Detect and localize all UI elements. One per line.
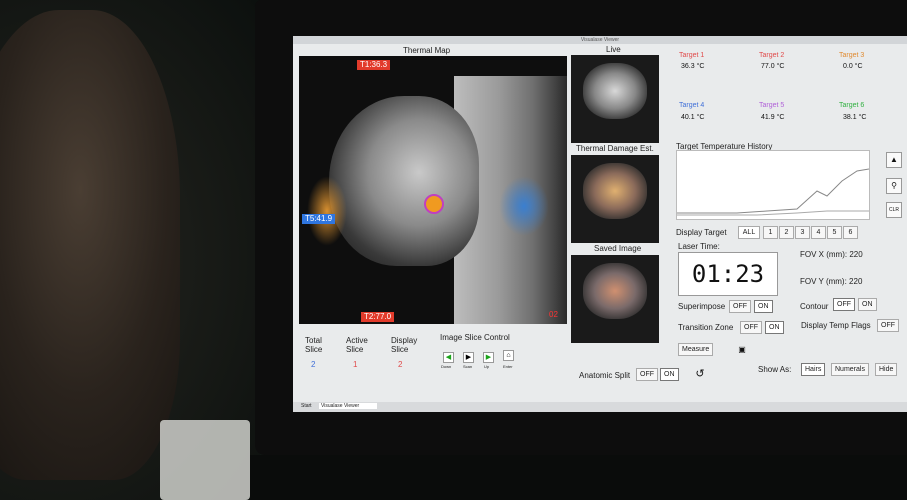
measure-button[interactable]: Measure bbox=[678, 343, 714, 356]
mri-thumb bbox=[583, 163, 647, 219]
anatomic-on[interactable]: ON bbox=[660, 368, 679, 381]
target-5-name: Target 5 bbox=[759, 102, 785, 109]
superimpose-on[interactable]: ON bbox=[754, 300, 773, 313]
saved-label: Saved Image bbox=[594, 244, 642, 253]
temp-flags-off[interactable]: OFF bbox=[877, 319, 899, 332]
show-as-hide[interactable]: Hide bbox=[875, 363, 898, 376]
total-slice-value: 2 bbox=[311, 360, 316, 369]
fov-x: FOV X (mm): 220 bbox=[800, 250, 863, 259]
damage-thumbnail[interactable] bbox=[571, 155, 659, 243]
window-titlebar: Visualase Viewer bbox=[293, 36, 907, 44]
scan-label: Scan bbox=[463, 364, 473, 369]
show-as-label: Show As: bbox=[758, 365, 792, 374]
zoom-icon[interactable]: ⚲ bbox=[886, 178, 902, 194]
display-target-all[interactable]: ALL bbox=[738, 226, 760, 239]
thermal-map-image[interactable]: T1:36.3 T5:41.9 T2:77.0 02 bbox=[299, 56, 567, 324]
display-target-4[interactable]: 4 bbox=[811, 226, 826, 239]
desk-object bbox=[160, 420, 250, 500]
display-slice-value: 2 bbox=[398, 360, 403, 369]
marker-t1[interactable]: T1:36.3 bbox=[357, 60, 391, 70]
ablation-spot bbox=[424, 194, 444, 214]
display-target-label: Display Target bbox=[676, 228, 727, 237]
display-slice-label: Display Slice bbox=[391, 336, 418, 354]
superimpose-label: Superimpose bbox=[678, 302, 726, 311]
contour-label: Contour bbox=[800, 302, 829, 311]
heat-speckle bbox=[307, 176, 347, 246]
target-2-name: Target 2 bbox=[759, 52, 785, 59]
display-target-3[interactable]: 3 bbox=[795, 226, 810, 239]
total-slice-label: Total Slice bbox=[305, 336, 323, 354]
display-target-6[interactable]: 6 bbox=[843, 226, 858, 239]
start-button[interactable]: Start bbox=[301, 403, 312, 409]
saved-thumbnail[interactable] bbox=[571, 255, 659, 343]
laser-timer: 01:23 bbox=[678, 252, 778, 296]
temperature-history-chart bbox=[676, 150, 870, 220]
scan-button[interactable]: ▶ bbox=[463, 352, 474, 363]
marker-t2[interactable]: T2:77.0 bbox=[361, 312, 395, 322]
person-silhouette bbox=[0, 10, 180, 480]
mri-left-half bbox=[329, 96, 479, 266]
heat-speckle bbox=[499, 176, 549, 236]
down-label: Down bbox=[441, 364, 452, 369]
display-target-5[interactable]: 5 bbox=[827, 226, 842, 239]
slice-number: 02 bbox=[549, 310, 558, 319]
up-arrow-icon[interactable]: ▲ bbox=[886, 152, 902, 168]
marker-t5[interactable]: T5:41.9 bbox=[302, 214, 336, 224]
live-thumbnail[interactable] bbox=[571, 55, 659, 143]
live-label: Live bbox=[606, 45, 621, 54]
show-as-numerals[interactable]: Numerals bbox=[831, 363, 869, 376]
up-button[interactable]: ▶ bbox=[483, 352, 494, 363]
active-slice-value: 1 bbox=[353, 360, 358, 369]
target-1-value: 36.3 °C bbox=[681, 63, 705, 70]
slice-control-label: Image Slice Control bbox=[440, 333, 510, 342]
history-line bbox=[677, 168, 870, 214]
target-4-value: 40.1 °C bbox=[681, 114, 705, 121]
transition-zone-label: Transition Zone bbox=[678, 323, 734, 332]
temp-flags-label: Display Temp Flags bbox=[801, 321, 871, 330]
thermal-map-title: Thermal Map bbox=[403, 46, 451, 55]
target-6-name: Target 6 bbox=[839, 102, 865, 109]
target-6-value: 38.1 °C bbox=[843, 114, 867, 121]
anatomic-split-label: Anatomic Split bbox=[579, 371, 631, 380]
enter-button[interactable]: ⌂ bbox=[503, 350, 514, 361]
enter-label: Enter bbox=[503, 364, 513, 369]
display-target-1[interactable]: 1 bbox=[763, 226, 778, 239]
up-label: Up bbox=[484, 364, 490, 369]
contour-off[interactable]: OFF bbox=[833, 298, 855, 311]
anatomic-off[interactable]: OFF bbox=[636, 368, 658, 381]
viewer-screen: Visualase Viewer Thermal Map T1:36.3 T5:… bbox=[293, 36, 907, 412]
target-1-name: Target 1 bbox=[679, 52, 705, 59]
taskbar: Start Visualase Viewer bbox=[293, 402, 907, 412]
clear-button[interactable]: CLR bbox=[886, 202, 902, 218]
laser-time-label: Laser Time: bbox=[678, 242, 720, 251]
history-plot bbox=[677, 168, 870, 216]
transition-off[interactable]: OFF bbox=[740, 321, 762, 334]
active-slice-label: Active Slice bbox=[346, 336, 368, 354]
damage-label: Thermal Damage Est. bbox=[576, 144, 654, 153]
superimpose-off[interactable]: OFF bbox=[729, 300, 751, 313]
target-2-value: 77.0 °C bbox=[761, 63, 785, 70]
desk bbox=[250, 455, 907, 500]
camera-icon[interactable]: ▣ bbox=[735, 343, 749, 357]
down-button[interactable]: ◀ bbox=[443, 352, 454, 363]
target-5-value: 41.9 °C bbox=[761, 114, 785, 121]
transition-on[interactable]: ON bbox=[765, 321, 784, 334]
contour-on[interactable]: ON bbox=[858, 298, 877, 311]
taskbar-app[interactable]: Visualase Viewer bbox=[319, 403, 378, 409]
display-target-2[interactable]: 2 bbox=[779, 226, 794, 239]
target-3-name: Target 3 bbox=[839, 52, 865, 59]
mri-thumb bbox=[583, 63, 647, 119]
reset-icon[interactable]: ↺ bbox=[693, 367, 707, 381]
target-3-value: 0.0 °C bbox=[843, 63, 863, 70]
target-4-name: Target 4 bbox=[679, 102, 705, 109]
fov-y: FOV Y (mm): 220 bbox=[800, 277, 863, 286]
mri-thumb bbox=[583, 263, 647, 319]
show-as-hairs[interactable]: Hairs bbox=[801, 363, 826, 376]
